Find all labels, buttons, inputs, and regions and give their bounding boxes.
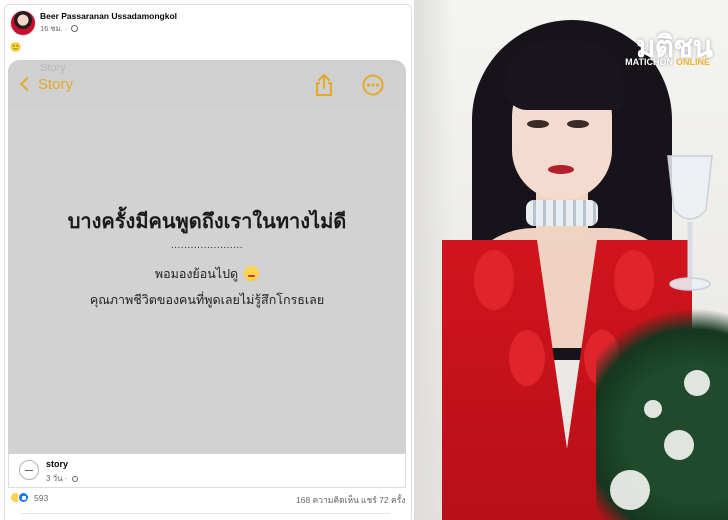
snow-ornament — [610, 470, 650, 510]
story-ring-icon — [19, 460, 39, 480]
post-meta: 16 ชม. · — [40, 23, 79, 35]
comment-count[interactable]: 168 ความคิดเห็น — [296, 493, 359, 507]
share-count[interactable]: แชร์ 72 ครั้ง — [361, 493, 405, 507]
reaction-count[interactable]: 593 — [34, 493, 48, 503]
dot-separator: · — [64, 474, 68, 483]
dress-ruffle — [509, 330, 545, 386]
link-meta: 3 วัน · — [46, 472, 78, 485]
globe-icon — [71, 476, 78, 482]
facebook-post: Beer Passaranan Ussadamongkol 16 ชม. · 🙂… — [0, 0, 414, 520]
notes-toolbar: Story Story — [8, 60, 406, 110]
post-header: Beer Passaranan Ussadamongkol 16 ชม. · — [10, 10, 390, 40]
link-title[interactable]: story — [46, 459, 68, 469]
note-line-1-text: พอมองย้อนไปดู — [154, 267, 239, 281]
link-preview[interactable]: story 3 วัน · — [8, 454, 406, 488]
notes-ghost-text: Story — [40, 62, 66, 74]
chevron-left-icon — [19, 76, 35, 92]
post-time[interactable]: 16 ชม. — [40, 24, 63, 33]
link-time: 3 วัน — [46, 474, 63, 483]
snow-ornament — [644, 400, 662, 418]
more-options-icon — [362, 74, 384, 96]
author-name[interactable]: Beer Passaranan Ussadamongkol — [40, 11, 177, 21]
globe-icon — [71, 25, 79, 32]
avatar[interactable] — [10, 10, 36, 36]
dress-ruffle — [474, 250, 514, 310]
notes-back-label: Story — [38, 76, 74, 93]
matichon-logo: มติชน MATICHON ONLINE — [612, 24, 716, 70]
logo-sub-text: MATICHON ONLINE — [625, 57, 710, 67]
notes-screenshot[interactable]: Story Story บางครั้งมีคนพูดถึงเราในทางไม… — [8, 60, 406, 454]
snow-ornament — [664, 430, 694, 460]
divider — [20, 513, 390, 520]
lips — [548, 165, 574, 174]
share-icon — [316, 74, 332, 96]
smirk-emoji-icon — [244, 266, 260, 281]
note-line-1: พอมองย้อนไปดู — [8, 264, 406, 284]
note-dots: ...................... — [170, 240, 244, 251]
dot-separator: · — [64, 24, 68, 33]
left-eye — [527, 120, 549, 128]
wine-glass — [667, 155, 713, 291]
logo-sub-matichon: MATICHON — [625, 57, 673, 67]
note-line-2: คุณภาพชีวิตของคนที่พูดเลยไม่รู้สึกโกรธเล… — [89, 293, 325, 307]
like-reaction-icon[interactable] — [18, 492, 29, 503]
logo-sub-online: ONLINE — [675, 57, 710, 67]
note-title: บางครั้งมีคนพูดถึงเราในทางไม่ดี — [67, 211, 347, 233]
right-eye — [567, 120, 589, 128]
portrait-photo — [414, 0, 728, 520]
reactions-bar: 593 168 ความคิดเห็น แชร์ 72 ครั้ง — [10, 492, 406, 510]
fringe — [504, 40, 624, 110]
snow-ornament — [684, 370, 710, 396]
crystal-choker — [526, 200, 598, 226]
post-caption: 🙂 — [10, 42, 22, 52]
